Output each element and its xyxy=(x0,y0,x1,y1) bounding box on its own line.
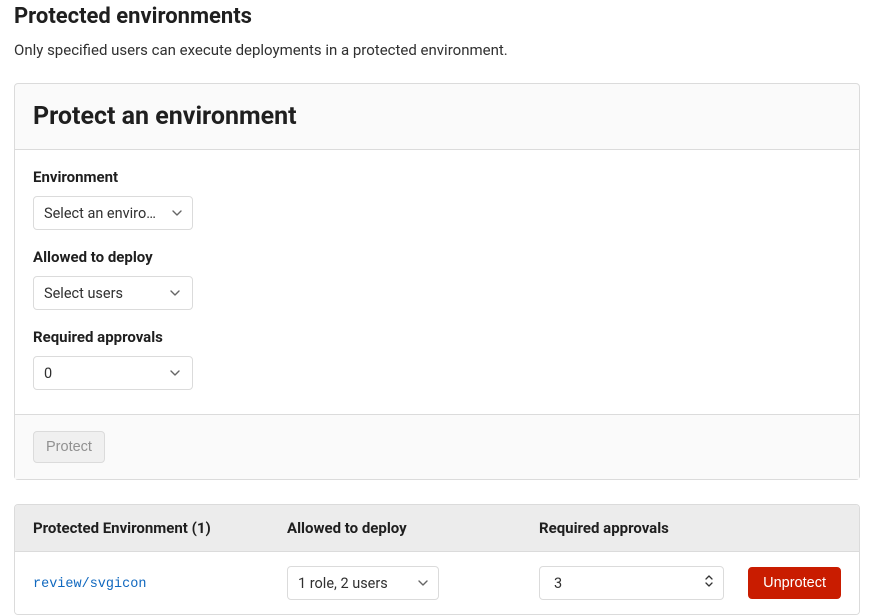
card-body: Environment Select an enviro… Allowed to… xyxy=(15,149,859,414)
approvals-dropdown[interactable]: 0 xyxy=(33,356,193,390)
allowed-deploy-group: Allowed to deploy Select users xyxy=(33,248,841,310)
row-allowed-dropdown[interactable]: 1 role, 2 users xyxy=(287,566,439,600)
card-title: Protect an environment xyxy=(33,102,841,131)
environment-link[interactable]: review/svgicon xyxy=(33,577,146,592)
row-approvals-value: 3 xyxy=(554,575,562,592)
approvals-label: Required approvals xyxy=(33,328,841,346)
table-header: Protected Environment (1) Allowed to dep… xyxy=(15,505,859,552)
card-header: Protect an environment xyxy=(15,84,859,149)
page-title: Protected environments xyxy=(14,4,860,29)
row-allowed-text: 1 role, 2 users xyxy=(298,575,408,592)
chevron-down-icon xyxy=(168,204,186,222)
updown-icon xyxy=(705,574,713,592)
table-row: review/svgicon 1 role, 2 users 3 Unprote… xyxy=(15,552,859,614)
protect-environment-card: Protect an environment Environment Selec… xyxy=(14,83,860,480)
card-footer: Protect xyxy=(15,414,859,479)
header-environment: Protected Environment (1) xyxy=(33,519,287,537)
header-approvals: Required approvals xyxy=(539,519,739,537)
page-subtitle: Only specified users can execute deploym… xyxy=(14,41,860,59)
chevron-down-icon xyxy=(166,364,184,382)
protect-button[interactable]: Protect xyxy=(33,431,105,463)
allowed-deploy-dropdown-text: Select users xyxy=(44,285,162,302)
environment-dropdown[interactable]: Select an enviro… xyxy=(33,196,193,230)
header-allowed: Allowed to deploy xyxy=(287,519,539,537)
chevron-down-icon xyxy=(166,284,184,302)
environment-label: Environment xyxy=(33,168,841,186)
protected-environments-table: Protected Environment (1) Allowed to dep… xyxy=(14,504,860,615)
approvals-dropdown-text: 0 xyxy=(44,365,162,382)
unprotect-button[interactable]: Unprotect xyxy=(748,567,841,599)
allowed-deploy-dropdown[interactable]: Select users xyxy=(33,276,193,310)
allowed-deploy-label: Allowed to deploy xyxy=(33,248,841,266)
environment-dropdown-text: Select an enviro… xyxy=(44,205,162,222)
row-approvals-select[interactable]: 3 xyxy=(539,566,724,600)
chevron-down-icon xyxy=(414,574,432,592)
environment-group: Environment Select an enviro… xyxy=(33,168,841,230)
approvals-group: Required approvals 0 xyxy=(33,328,841,390)
